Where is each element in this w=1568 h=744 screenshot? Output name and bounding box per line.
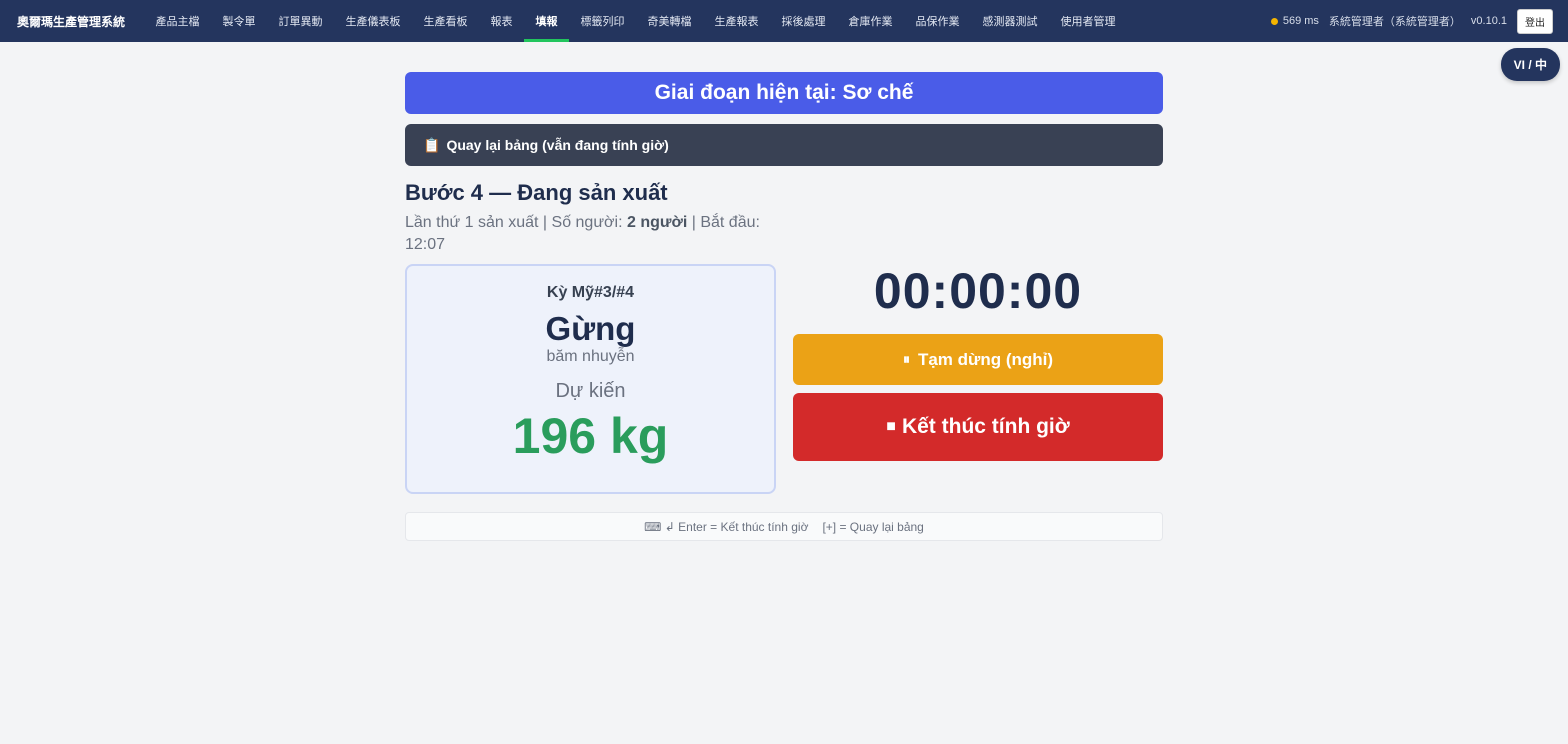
product-code: Kỳ Mỹ#3/#4	[546, 284, 635, 301]
hint-enter: ⌨ ↲ Enter = Kết thúc tính giờ	[644, 519, 809, 534]
stop-timer-button[interactable]: ■ Kết thúc tính giờ	[793, 393, 1163, 461]
step-meta-prefix: Lần thứ 1 sản xuất | Số người:	[405, 214, 627, 231]
expected-label: Dự kiến	[555, 380, 626, 402]
nav-item-0[interactable]: 產品主檔	[144, 0, 211, 42]
current-user: 系統管理者（系統管理者）	[1328, 16, 1461, 28]
nav-item-2[interactable]: 訂單異動	[267, 0, 334, 42]
stage-banner: Giai đoạn hiện tại: Sơ chế	[405, 72, 1163, 114]
app-title: 奧爾瑪生產管理系統	[17, 14, 126, 29]
people-count: 2 người	[626, 214, 688, 231]
nav-item-1[interactable]: 製令單	[211, 0, 267, 42]
keyboard-hint-bar: ⌨ ↲ Enter = Kết thúc tính giờ [+] = Quay…	[405, 512, 1163, 541]
pause-label: Tạm dừng (nghỉ)	[917, 349, 1054, 369]
logout-button[interactable]: 登出	[1517, 8, 1553, 34]
pause-button[interactable]: ⏸ Tạm dừng (nghỉ)	[793, 334, 1163, 385]
nav-item-8[interactable]: 奇美轉檔	[636, 0, 703, 42]
nav-item-13[interactable]: 感測器測試	[971, 0, 1049, 42]
version-label: v0.10.1	[1470, 15, 1507, 27]
back-to-board-button[interactable]: 📋 Quay lại bảng (vẫn đang tính giờ)	[405, 124, 1163, 166]
stop-label: Kết thúc tính giờ	[901, 415, 1070, 438]
main-content: Giai đoạn hiện tại: Sơ chế 📋 Quay lại bả…	[405, 72, 1163, 541]
stop-icon: ■	[886, 418, 896, 435]
product-name: Gừng	[545, 310, 636, 347]
nav-item-10[interactable]: 採後處理	[770, 0, 837, 42]
nav-menu: 產品主檔 製令單 訂單異動 生產儀表板 生產看板 報表 填報 標籤列印 奇美轉檔 生產報表 採後處理…	[144, 0, 1127, 42]
pause-icon: ⏸	[902, 351, 910, 367]
step-meta: Lần thứ 1 sản xuất | Số người: 2 người |…	[405, 212, 770, 256]
nav-status: 569 ms 系統管理者（系統管理者） v0.10.1 登出	[1270, 8, 1553, 34]
latency-readout: 569 ms	[1282, 15, 1319, 27]
nav-item-14[interactable]: 使用者管理	[1049, 0, 1127, 42]
back-to-board-label: Quay lại bảng (vẫn đang tính giờ)	[446, 137, 669, 153]
product-subtitle: băm nhuyễn	[546, 348, 635, 365]
clipboard-icon: 📋	[423, 136, 441, 153]
hint-plus: [+] = Quay lại bảng	[822, 519, 924, 534]
top-nav: 奧爾瑪生產管理系統 產品主檔 製令單 訂單異動 生產儀表板 生產看板 報表 填報 標籤列印 奇美…	[0, 0, 1568, 42]
nav-item-6[interactable]: 填報	[524, 0, 570, 42]
nav-item-5[interactable]: 報表	[479, 0, 524, 42]
nav-item-3[interactable]: 生產儀表板	[334, 0, 412, 42]
status-dot-icon	[1270, 17, 1278, 25]
nav-item-9[interactable]: 生產報表	[703, 0, 770, 42]
nav-item-4[interactable]: 生產看板	[412, 0, 479, 42]
production-row: Kỳ Mỹ#3/#4 Gừng băm nhuyễn Dự kiến 196 k…	[405, 264, 1163, 494]
nav-item-11[interactable]: 倉庫作業	[837, 0, 904, 42]
timer-panel: 00:00:00 ⏸ Tạm dừng (nghỉ) ■ Kết thúc tí…	[793, 264, 1163, 494]
step-title: Bước 4 — Đang sản xuất	[405, 180, 668, 205]
language-toggle-button[interactable]: VI / 中	[1500, 48, 1560, 81]
product-card: Kỳ Mỹ#3/#4 Gừng băm nhuyễn Dự kiến 196 k…	[405, 264, 776, 494]
nav-item-12[interactable]: 品保作業	[904, 0, 971, 42]
timer-display: 00:00:00	[873, 263, 1083, 319]
expected-quantity: 196 kg	[512, 408, 669, 464]
nav-item-7[interactable]: 標籤列印	[569, 0, 636, 42]
